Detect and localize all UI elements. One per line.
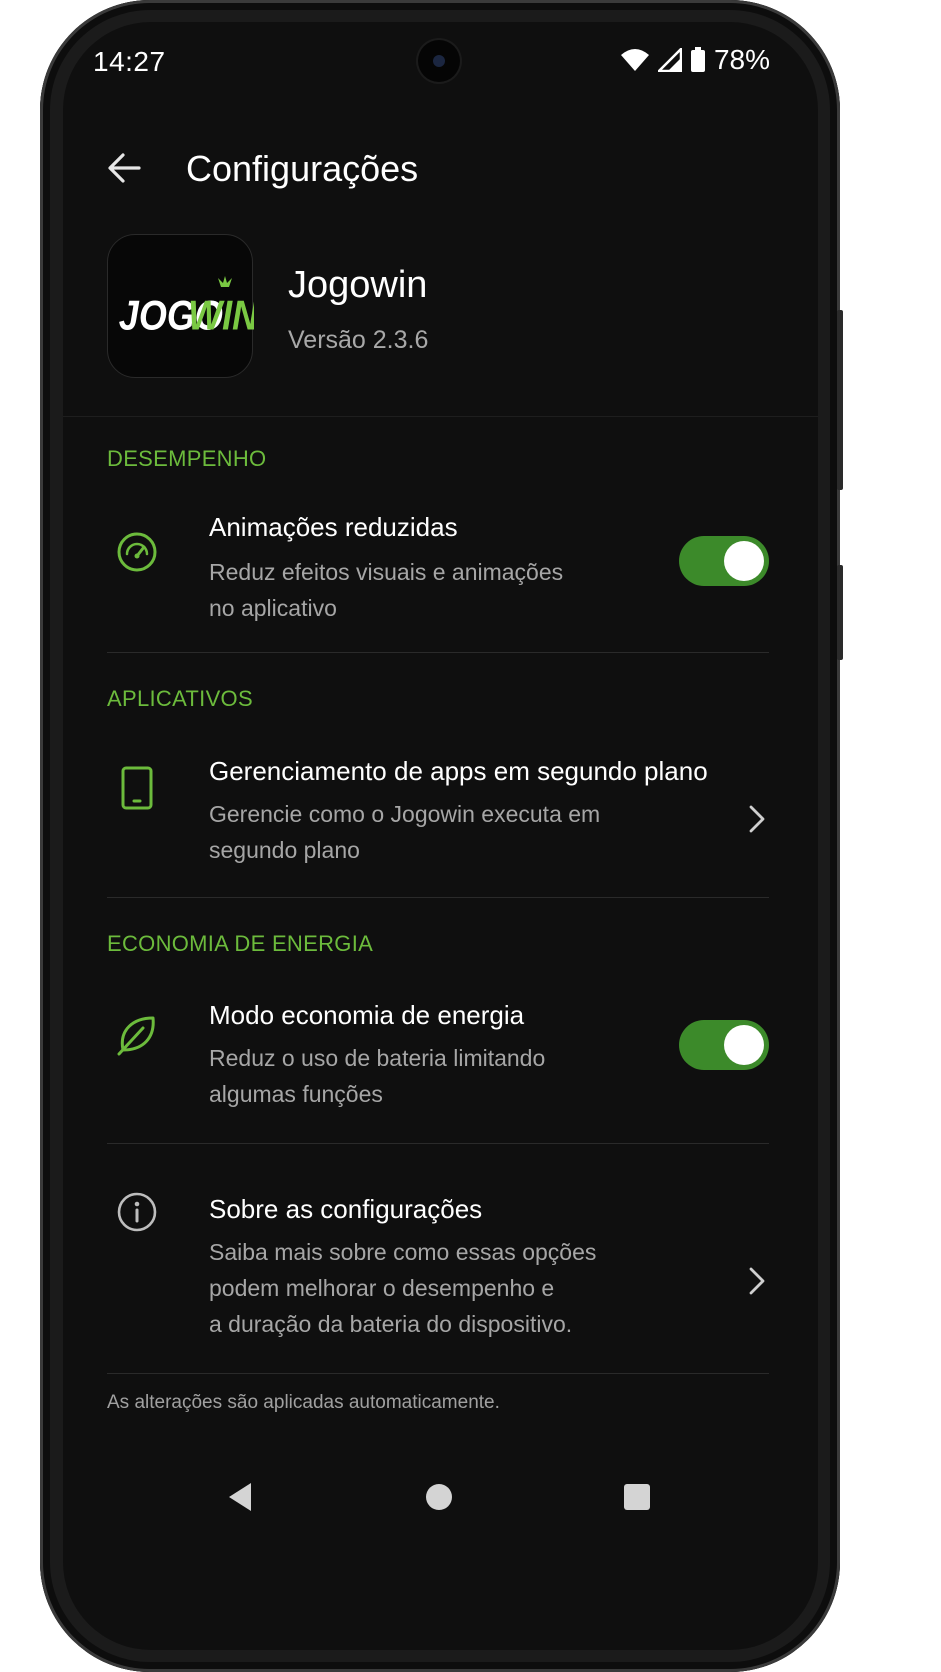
chevron-right-icon (743, 804, 769, 834)
phone-icon (115, 766, 159, 810)
front-camera (418, 40, 460, 82)
toggle-knob (724, 541, 764, 581)
info-icon (115, 1190, 159, 1234)
app-version: Versão 2.3.6 (288, 326, 429, 354)
divider (107, 1143, 769, 1144)
screen: 14:27 78% Configurações JOGO WIN Jogowin… (63, 22, 818, 1650)
app-logo: JOGO WIN (107, 234, 254, 378)
battery-icon (690, 47, 706, 73)
power-saving-toggle[interactable] (679, 1020, 769, 1070)
description-line: no aplicativo (209, 595, 337, 621)
nav-back-icon[interactable] (223, 1479, 259, 1515)
description-line: Saiba mais sobre como essas opções (209, 1239, 597, 1265)
arrow-left-icon[interactable] (103, 146, 147, 190)
setting-description: Gerencie como o Jogowin executa em segun… (209, 796, 600, 868)
navigation-bar (63, 1457, 818, 1537)
setting-title: Modo economia de energia (209, 1000, 525, 1030)
status-time: 14:27 (93, 46, 166, 77)
setting-title: Animações reduzidas (209, 512, 458, 542)
leaf-icon (115, 1012, 159, 1056)
description-line: Reduz o uso de bateria limitando (209, 1045, 546, 1071)
divider (107, 1373, 769, 1374)
volume-button (837, 310, 843, 490)
setting-description: Reduz o uso de bateria limitando algumas… (209, 1040, 545, 1112)
chevron-right-icon (743, 1266, 769, 1296)
section-label-apps: APLICATIVOS (107, 686, 253, 711)
logo-text-win: WIN (188, 293, 254, 339)
description-line: algumas funções (209, 1081, 383, 1107)
app-bar: Configurações (63, 118, 818, 218)
page-title: Configurações (186, 148, 419, 189)
setting-description: Saiba mais sobre como essas opções podem… (209, 1234, 596, 1342)
footnote: As alterações são aplicadas automaticame… (107, 1392, 500, 1413)
status-icons: 78% (620, 44, 770, 76)
divider (107, 652, 769, 653)
divider (107, 897, 769, 898)
setting-about[interactable]: Sobre as configurações Saiba mais sobre … (107, 1190, 769, 1360)
description-line: Reduz efeitos visuais e animações (209, 559, 564, 585)
setting-description: Reduz efeitos visuais e animações no apl… (209, 554, 563, 626)
reduced-animations-toggle[interactable] (679, 536, 769, 586)
section-label-performance: DESEMPENHO (107, 446, 267, 471)
section-label-energy: ECONOMIA DE ENERGIA (107, 931, 374, 956)
description-line: segundo plano (209, 837, 360, 863)
setting-reduced-animations[interactable]: Animações reduzidas Reduz efeitos visuai… (107, 508, 769, 638)
app-name: Jogowin (288, 264, 428, 306)
speedometer-icon (115, 530, 159, 574)
setting-title: Gerenciamento de apps em segundo plano (209, 756, 708, 786)
wifi-icon (620, 48, 650, 72)
app-header: JOGO WIN Jogowin Versão 2.3.6 (63, 218, 818, 417)
nav-recents-icon[interactable] (619, 1479, 655, 1515)
power-button (837, 565, 843, 660)
setting-power-saving[interactable]: Modo economia de energia Reduz o uso de … (107, 996, 769, 1126)
battery-percent: 78% (713, 44, 770, 75)
setting-background-apps[interactable]: Gerenciamento de apps em segundo plano G… (107, 752, 769, 882)
nav-home-icon[interactable] (421, 1479, 457, 1515)
cell-signal-icon (657, 48, 682, 72)
description-line: podem melhorar o desempenho e (209, 1275, 555, 1301)
toggle-knob (724, 1025, 764, 1065)
description-line: a duração da bateria do dispositivo. (209, 1311, 573, 1337)
setting-title: Sobre as configurações (209, 1194, 483, 1224)
description-line: Gerencie como o Jogowin executa em (209, 801, 601, 827)
